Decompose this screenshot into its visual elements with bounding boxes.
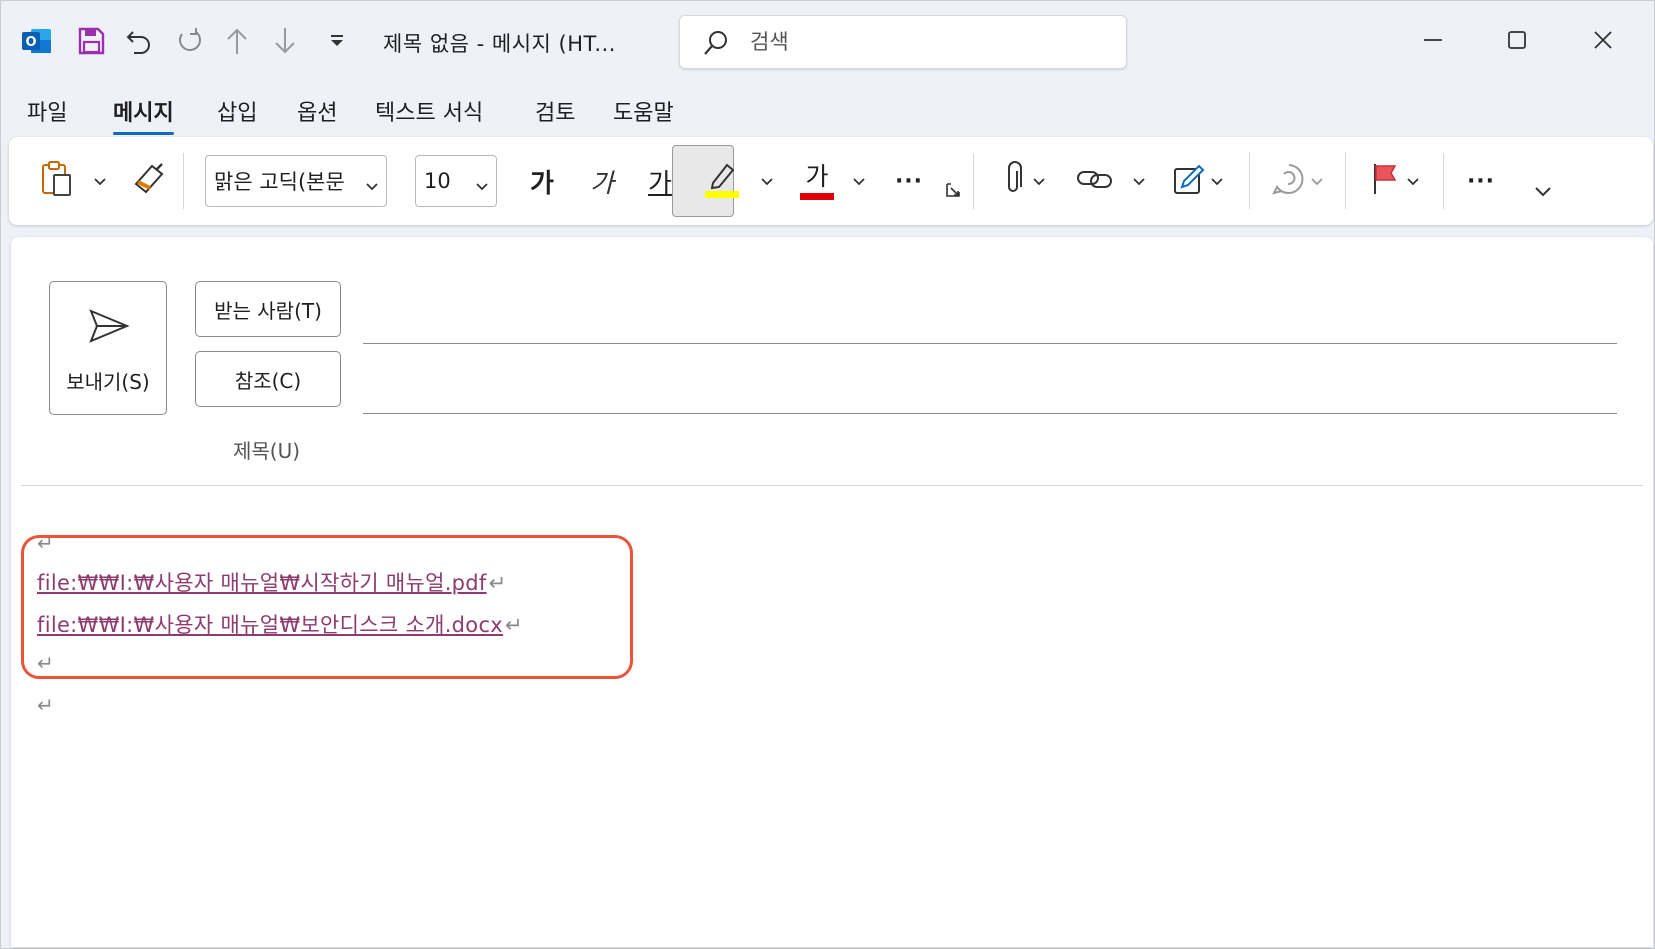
header-body-divider [21, 485, 1643, 486]
send-icon [88, 308, 130, 348]
attach-file-dropdown[interactable] [1029, 137, 1049, 225]
chevron-down-icon [852, 172, 866, 191]
underline-label: 가 [648, 168, 672, 199]
font-color-button[interactable]: 가 [795, 137, 839, 225]
more-font-options-button[interactable]: ··· [885, 137, 933, 225]
font-dialog-launcher[interactable] [941, 177, 965, 207]
send-button[interactable]: 보내기(S) [49, 281, 167, 415]
flag-icon [1371, 162, 1399, 200]
redo-icon[interactable] [171, 23, 207, 59]
expand-ribbon-button[interactable] [1529, 167, 1557, 217]
viva-insights-button[interactable] [1267, 137, 1311, 225]
italic-button[interactable]: 가 [579, 137, 625, 225]
outlook-logo-icon: O [19, 23, 55, 59]
cc-field-underline [363, 413, 1617, 414]
tab-insert[interactable]: 삽입 [217, 95, 257, 127]
tab-options[interactable]: 옵션 [297, 95, 337, 127]
highlighter-icon [703, 159, 741, 203]
follow-up-flag-button[interactable] [1365, 137, 1405, 225]
chevron-down-icon [1210, 172, 1224, 191]
minimize-button[interactable] [1403, 19, 1463, 65]
highlight-button[interactable] [699, 137, 745, 225]
bold-button[interactable]: 가 [519, 137, 565, 225]
close-icon [1592, 29, 1614, 55]
font-color-dropdown[interactable] [849, 137, 869, 225]
paste-button[interactable] [35, 137, 79, 225]
window-title: 제목 없음 - 메시지 (HT... [383, 32, 616, 56]
separator [1249, 153, 1250, 209]
chevron-down-icon [476, 173, 488, 197]
next-item-arrow-icon[interactable] [267, 23, 303, 59]
cc-button[interactable]: 참조(C) [195, 351, 341, 407]
chevron-down-icon [760, 172, 774, 191]
to-button[interactable]: 받는 사람(T) [195, 281, 341, 337]
font-color-label: 가 [805, 161, 829, 191]
title-bar: O 제목 없음 - 메시지 (HT... 검색 [1, 1, 1654, 83]
separator [1443, 153, 1444, 209]
undo-icon[interactable] [121, 23, 157, 59]
dialog-launcher-icon [945, 182, 961, 202]
font-name-value: 맑은 고딕(본문 [214, 170, 345, 194]
link-button[interactable] [1073, 137, 1117, 225]
chevron-down-icon [1406, 172, 1420, 191]
separator [973, 153, 974, 209]
subject-field[interactable] [363, 429, 1617, 469]
format-painter-button[interactable] [127, 137, 171, 225]
save-icon[interactable] [73, 23, 109, 59]
search-icon [702, 29, 730, 61]
customize-quick-access-icon[interactable] [319, 23, 355, 59]
tab-file[interactable]: 파일 [27, 95, 67, 127]
signature-button[interactable] [1167, 137, 1211, 225]
chevron-down-icon [1310, 172, 1324, 191]
tab-help[interactable]: 도움말 [613, 95, 674, 127]
maximize-icon [1506, 29, 1528, 55]
tab-review[interactable]: 검토 [535, 95, 575, 127]
attach-file-button[interactable] [993, 137, 1033, 225]
more-commands-button[interactable]: ··· [1457, 137, 1505, 225]
chat-bubble-icon [1271, 162, 1307, 200]
signature-pen-icon [1172, 161, 1206, 201]
viva-insights-dropdown[interactable] [1307, 137, 1327, 225]
cc-field[interactable] [363, 365, 1617, 405]
ribbon-tabs: 파일 메시지 삽입 옵션 텍스트 서식 검토 도움말 [1, 89, 1654, 135]
font-name-combobox[interactable]: 맑은 고딕(본문 [205, 155, 387, 207]
chevron-down-icon [1132, 172, 1146, 191]
close-button[interactable] [1573, 19, 1633, 65]
clipboard-icon [40, 160, 74, 202]
chevron-down-icon [93, 172, 107, 191]
to-field[interactable] [363, 295, 1617, 335]
font-size-combobox[interactable]: 10 [415, 155, 497, 207]
subject-label: 제목(U) [233, 439, 301, 463]
follow-up-dropdown[interactable] [1403, 137, 1423, 225]
previous-item-arrow-icon[interactable] [219, 23, 255, 59]
svg-text:O: O [25, 35, 36, 50]
annotation-highlight-box [21, 535, 633, 679]
font-size-value: 10 [424, 169, 451, 193]
search-box[interactable] [679, 15, 1127, 69]
paperclip-icon [1002, 161, 1024, 201]
link-dropdown[interactable] [1129, 137, 1149, 225]
format-painter-icon [132, 162, 166, 200]
paste-options-dropdown[interactable] [89, 137, 111, 225]
paragraph-mark: ↵ [37, 693, 54, 717]
maximize-button[interactable] [1487, 19, 1547, 65]
tab-message[interactable]: 메시지 [113, 95, 174, 135]
minimize-icon [1422, 29, 1444, 55]
signature-dropdown[interactable] [1207, 137, 1227, 225]
chevron-down-icon [1032, 172, 1046, 191]
search-input[interactable] [750, 26, 1110, 58]
send-label: 보내기(S) [66, 370, 150, 394]
separator [1345, 153, 1346, 209]
ribbon-toolbar: 맑은 고딕(본문 10 가 가 가 가 ··· ··· [9, 137, 1653, 225]
outlook-compose-window: O 제목 없음 - 메시지 (HT... 검색 파일 메시지 삽입 옵션 텍스트… [0, 0, 1655, 949]
tab-format-text[interactable]: 텍스트 서식 [375, 95, 483, 127]
separator [183, 153, 184, 209]
highlight-color-dropdown[interactable] [757, 137, 777, 225]
font-color-bar [800, 192, 834, 200]
to-field-underline [363, 343, 1617, 344]
chevron-down-icon [366, 173, 378, 197]
chevron-down-icon [1534, 183, 1552, 202]
link-icon [1076, 167, 1114, 195]
